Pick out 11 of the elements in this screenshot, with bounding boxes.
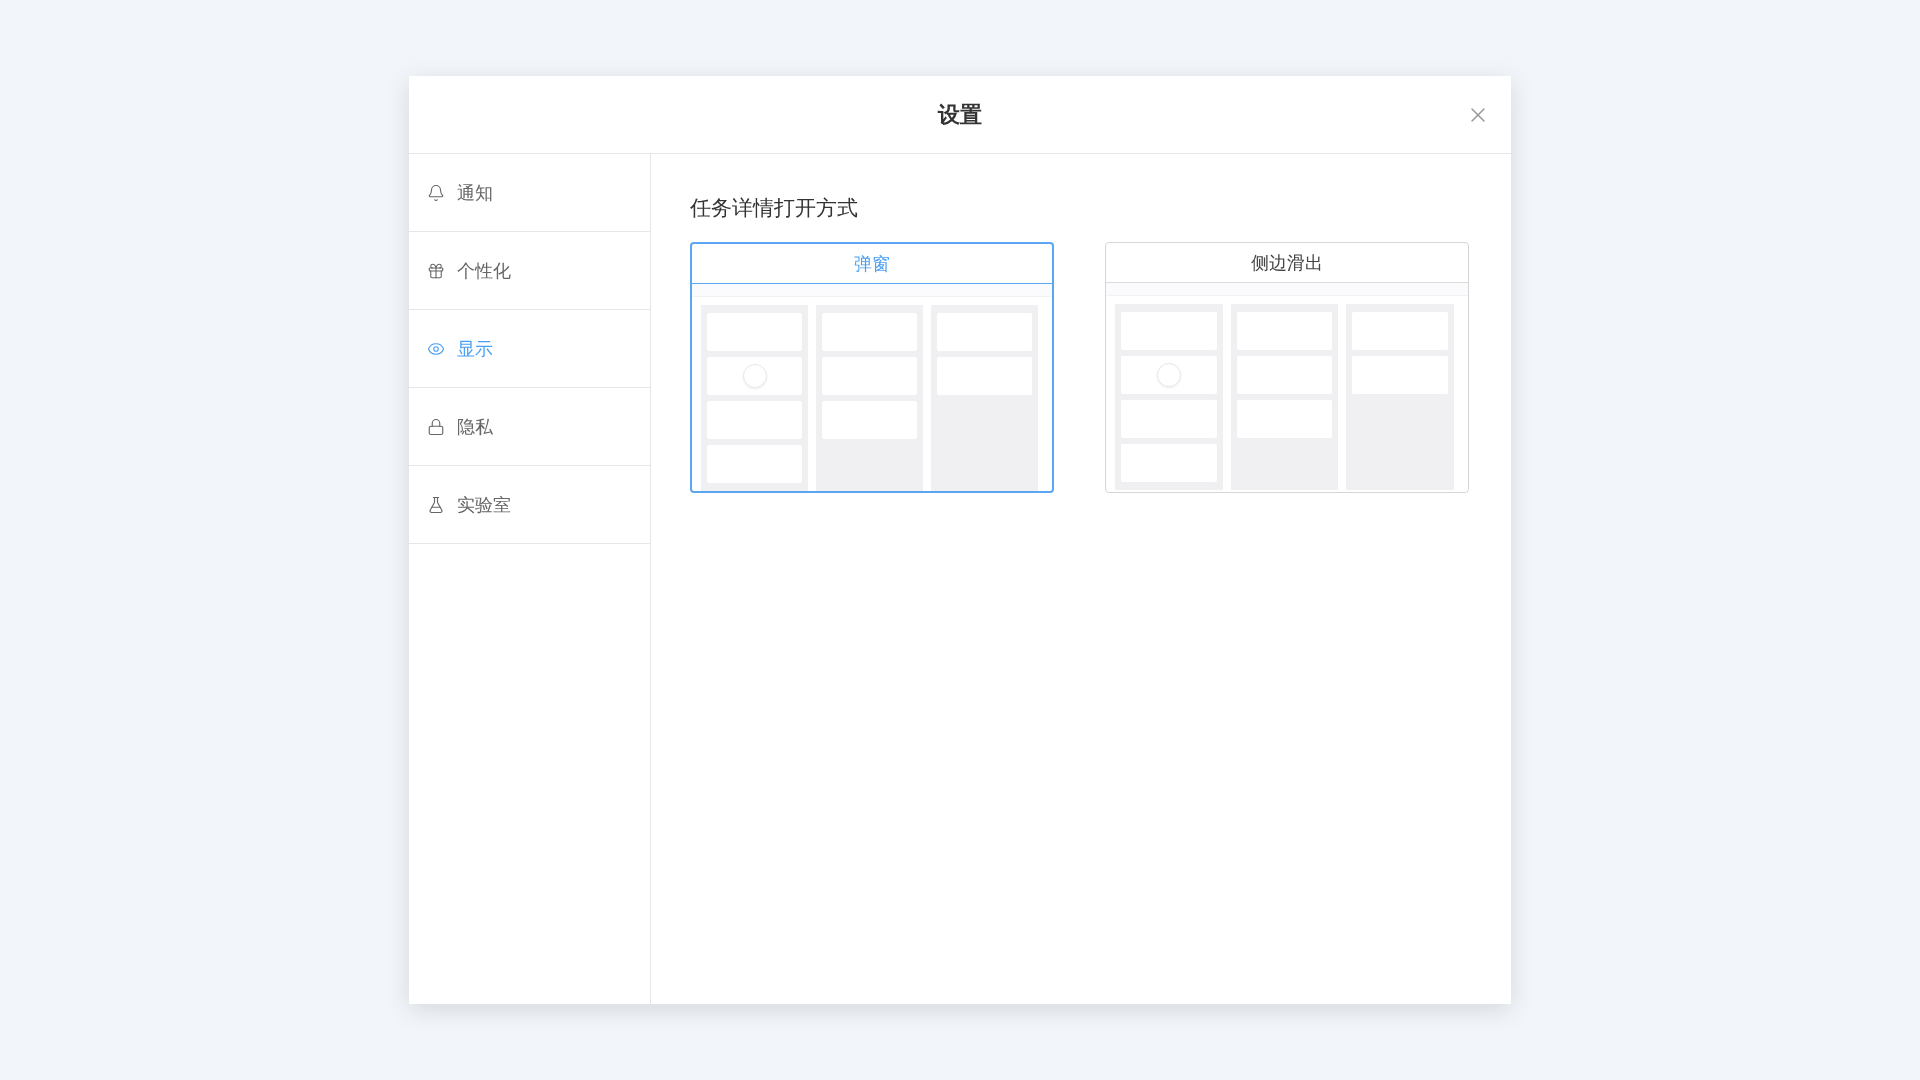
sidebar-item[interactable]: 通知 [409, 154, 650, 232]
gift-icon [427, 261, 445, 280]
dialog-title: 设置 [938, 100, 982, 129]
sidebar-item[interactable]: 实验室 [409, 466, 650, 544]
sidebar-item[interactable]: 隐私 [409, 388, 650, 466]
option-card[interactable]: 侧边滑出 [1105, 242, 1469, 493]
flask-icon [427, 495, 445, 514]
section-title: 任务详情打开方式 [690, 195, 859, 222]
sidebar-item[interactable]: 个性化 [409, 232, 650, 310]
bell-icon [427, 183, 445, 202]
lock-icon [427, 417, 445, 436]
